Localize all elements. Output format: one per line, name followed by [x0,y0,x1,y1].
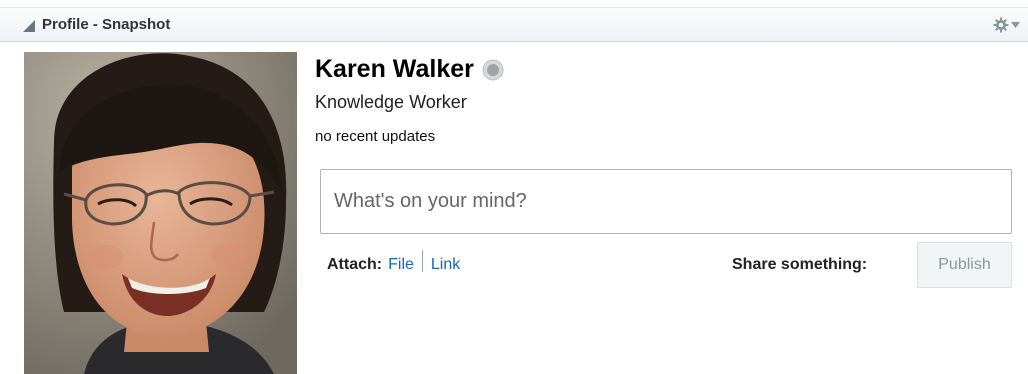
gear-icon [993,17,1009,33]
profile-job-title: Knowledge Worker [315,92,467,112]
profile-photo [24,52,297,374]
avatar [24,52,297,374]
publish-button[interactable]: Publish [917,242,1012,288]
profile-name[interactable]: Karen Walker [315,55,474,84]
recent-updates-text: no recent updates [315,128,436,145]
chevron-down-icon [1011,22,1020,28]
attach-row: Attach: File Link [327,250,460,276]
panel-header: Profile - Snapshot [0,7,1028,42]
link-separator [421,250,423,272]
profile-snapshot-panel: Profile - Snapshot Karen Walker Knowledg… [0,0,1028,374]
share-something-label: Share something: [732,256,868,273]
panel-title: Profile - Snapshot [42,16,171,33]
collapse-triangle-icon[interactable] [22,19,36,33]
attach-label: Attach: [327,256,383,273]
attach-file-link[interactable]: File [388,256,414,274]
presence-status-icon [482,59,504,80]
panel-menu-button[interactable] [990,14,1020,36]
attach-link-link[interactable]: Link [431,256,460,274]
status-update-input[interactable] [320,169,1012,234]
profile-name-row: Karen Walker [315,55,504,84]
